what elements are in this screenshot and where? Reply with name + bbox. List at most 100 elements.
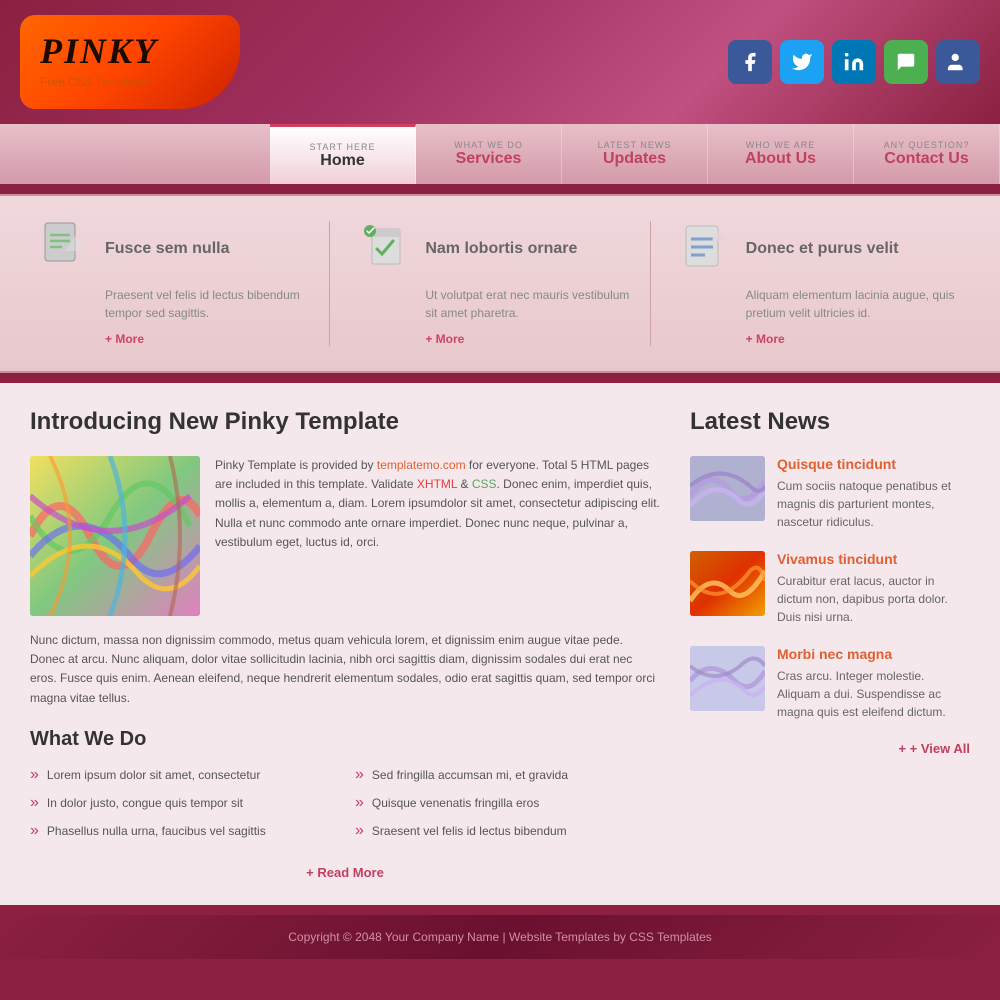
bullet-icon: » [30, 822, 39, 840]
intro-text-block: Pinky Template is provided by templatemo… [215, 456, 660, 616]
list-col-left: » Lorem ipsum dolor sit amet, consectetu… [30, 766, 335, 850]
logo-title: PINKY [40, 30, 215, 72]
news-item-title-3[interactable]: Morbi nec magna [777, 646, 970, 662]
header: PINKY Free CSS Templates [0, 0, 1000, 124]
nav-updates-top: LATEST NEWS [598, 140, 672, 150]
nav-services[interactable]: WHAT WE DO Services [416, 124, 562, 184]
nav-spacer [0, 124, 270, 184]
list-text: Phasellus nulla urna, faucibus vel sagit… [47, 824, 266, 838]
nav-updates[interactable]: LATEST NEWS Updates [562, 124, 708, 184]
news-item-title-1[interactable]: Quisque tincidunt [777, 456, 970, 472]
google-plus-icon[interactable] [936, 40, 980, 84]
main-content: Introducing New Pinky Template [0, 383, 1000, 905]
nav-home-main: Home [320, 152, 364, 170]
nav-contact[interactable]: ANY QUESTION? Contact Us [854, 124, 1000, 184]
news-content-1: Quisque tincidunt Cum sociis natoque pen… [777, 456, 970, 531]
intro-content: Pinky Template is provided by templatemo… [30, 456, 660, 616]
feature-item-1: Fusce sem nulla Praesent vel felis id le… [30, 221, 330, 346]
list-item: » Sraesent vel felis id lectus bibendum [355, 822, 660, 840]
feature-text-1: Praesent vel felis id lectus bibendum te… [105, 286, 319, 322]
message-icon[interactable] [884, 40, 928, 84]
intro-title: Introducing New Pinky Template [30, 408, 660, 436]
nav-contact-main: Contact Us [884, 150, 968, 168]
news-item-text-2: Curabitur erat lacus, auctor in dictum n… [777, 572, 970, 626]
feature-text-2: Ut volutpat erat nec mauris vestibulum s… [425, 286, 639, 322]
news-thumb-3 [690, 646, 765, 711]
news-content-2: Vivamus tincidunt Curabitur erat lacus, … [777, 551, 970, 626]
features-section: Fusce sem nulla Praesent vel felis id le… [0, 194, 1000, 373]
list-col-right: » Sed fringilla accumsan mi, et gravida … [355, 766, 660, 850]
facebook-icon[interactable] [728, 40, 772, 84]
content-left: Introducing New Pinky Template [30, 408, 660, 880]
list-text: Lorem ipsum dolor sit amet, consectetur [47, 768, 260, 782]
news-item-3: Morbi nec magna Cras arcu. Integer moles… [690, 646, 970, 721]
news-thumb-1 [690, 456, 765, 521]
bullet-icon: » [30, 794, 39, 812]
list-item: » Lorem ipsum dolor sit amet, consectetu… [30, 766, 335, 784]
nav-about-top: WHO WE ARE [746, 140, 816, 150]
list-text: Sraesent vel felis id lectus bibendum [372, 824, 567, 838]
feature-title-1: Fusce sem nulla [105, 240, 230, 258]
news-item-2: Vivamus tincidunt Curabitur erat lacus, … [690, 551, 970, 626]
view-all-link[interactable]: + + View All [898, 741, 970, 756]
feature-more-2[interactable]: + More [425, 332, 639, 346]
chart-icon-3 [681, 221, 731, 276]
bullet-icon: » [355, 822, 364, 840]
nav-updates-main: Updates [603, 150, 666, 168]
nav-services-top: WHAT WE DO [454, 140, 523, 150]
nav-about[interactable]: WHO WE ARE About Us [708, 124, 854, 184]
nav-about-main: About Us [745, 150, 816, 168]
nav-contact-top: ANY QUESTION? [884, 140, 970, 150]
read-more-link[interactable]: + Read More [306, 865, 384, 880]
twitter-icon[interactable] [780, 40, 824, 84]
news-thumb-2 [690, 551, 765, 616]
news-item-text-3: Cras arcu. Integer molestie. Aliquam a d… [777, 667, 970, 721]
feature-title-2: Nam lobortis ornare [425, 240, 577, 258]
nav-home-top: START HERE [309, 142, 375, 152]
linkedin-icon[interactable] [832, 40, 876, 84]
bullet-icon: » [355, 766, 364, 784]
check-icon-2 [360, 221, 410, 276]
list-item: » Sed fringilla accumsan mi, et gravida [355, 766, 660, 784]
feature-item-3: Donec et purus velit Aliquam elementum l… [671, 221, 970, 346]
templatemo-link[interactable]: templatemo.com [377, 458, 466, 472]
feature-more-1[interactable]: + More [105, 332, 319, 346]
document-icon-1 [40, 221, 90, 276]
news-item-text-1: Cum sociis natoque penatibus et magnis d… [777, 477, 970, 531]
nav-items: START HERE Home WHAT WE DO Services LATE… [270, 124, 1000, 184]
social-icons [728, 40, 980, 84]
logo-area: PINKY Free CSS Templates [20, 15, 240, 109]
list-item: » Phasellus nulla urna, faucibus vel sag… [30, 822, 335, 840]
list-item: » Quisque venenatis fringilla eros [355, 794, 660, 812]
bullet-icon: » [355, 794, 364, 812]
what-we-do-title: What We Do [30, 728, 660, 751]
view-all-row: + + View All [690, 741, 970, 756]
feature-header-1: Fusce sem nulla [40, 221, 319, 276]
nav-services-main: Services [456, 150, 522, 168]
read-more-row: + Read More [30, 865, 660, 880]
footer-text: Copyright © 2048 Your Company Name | Web… [288, 930, 712, 944]
news-item-title-2[interactable]: Vivamus tincidunt [777, 551, 970, 567]
logo-subtitle: Free CSS Templates [40, 75, 215, 89]
news-title: Latest News [690, 408, 970, 436]
xhtml-link[interactable]: XHTML [417, 477, 457, 491]
list-item: » In dolor justo, congue quis tempor sit [30, 794, 335, 812]
feature-item-2: Nam lobortis ornare Ut volutpat erat nec… [350, 221, 650, 346]
navigation: START HERE Home WHAT WE DO Services LATE… [0, 124, 1000, 184]
news-content-3: Morbi nec magna Cras arcu. Integer moles… [777, 646, 970, 721]
content-right: Latest News Quisque tincidunt Cum sociis… [690, 408, 970, 880]
feature-text-3: Aliquam elementum lacinia augue, quis pr… [746, 286, 960, 322]
css-link[interactable]: CSS [472, 477, 497, 491]
feature-header-3: Donec et purus velit [681, 221, 960, 276]
news-item-1: Quisque tincidunt Cum sociis natoque pen… [690, 456, 970, 531]
feature-header-2: Nam lobortis ornare [360, 221, 639, 276]
feature-title-3: Donec et purus velit [746, 240, 899, 258]
footer: Copyright © 2048 Your Company Name | Web… [0, 915, 1000, 959]
intro-paragraph-2: Nunc dictum, massa non dignissim commodo… [30, 631, 660, 708]
list-text: In dolor justo, congue quis tempor sit [47, 796, 243, 810]
list-text: Quisque venenatis fringilla eros [372, 796, 539, 810]
list-text: Sed fringilla accumsan mi, et gravida [372, 768, 568, 782]
feature-more-3[interactable]: + More [746, 332, 960, 346]
bullet-icon: » [30, 766, 39, 784]
nav-home[interactable]: START HERE Home [270, 124, 416, 184]
